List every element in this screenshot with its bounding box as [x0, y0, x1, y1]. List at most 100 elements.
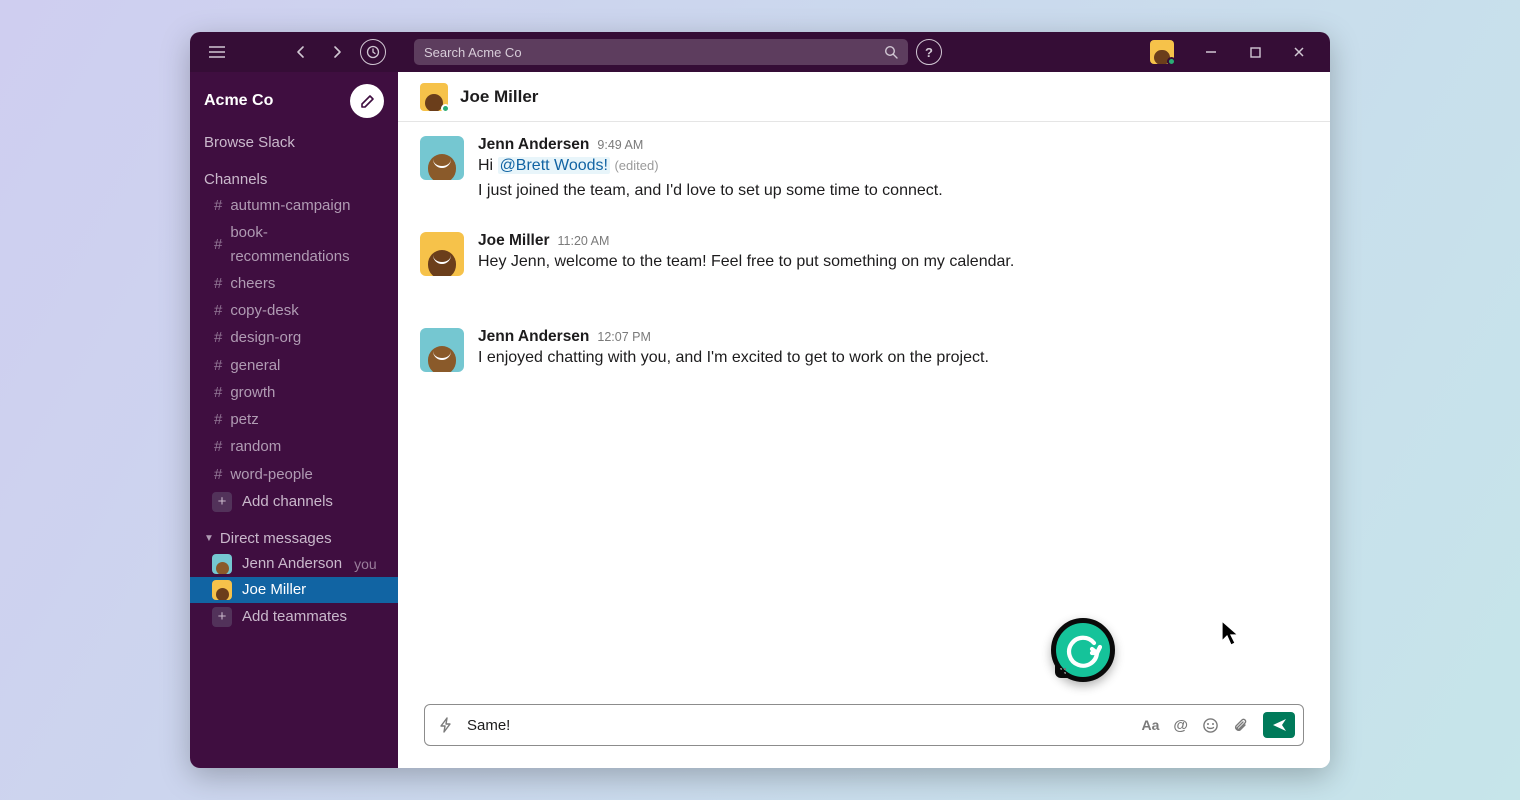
message-time: 9:49 AM	[597, 138, 643, 152]
channel-item[interactable]: # growth	[190, 379, 398, 406]
grammarly-widget[interactable]	[1051, 618, 1115, 682]
conversation-avatar[interactable]	[420, 83, 448, 111]
message-time: 11:20 AM	[558, 234, 610, 248]
dm-name: Jenn Anderson	[242, 555, 342, 572]
message-author[interactable]: Jenn Andersen	[478, 328, 589, 346]
help-button[interactable]: ?	[916, 39, 942, 65]
channel-item[interactable]: # copy-desk	[190, 297, 398, 324]
send-button[interactable]	[1263, 712, 1295, 738]
hamburger-icon[interactable]	[204, 39, 230, 65]
add-teammates-button[interactable]: + Add teammates	[190, 603, 398, 631]
sidebar: Acme Co Browse Slack Channels # autumn-ca…	[190, 72, 398, 768]
plus-icon: +	[212, 607, 232, 627]
channel-item[interactable]: # cheers	[190, 270, 398, 297]
message: Jenn Andersen 9:49 AM Hi @Brett Woods! (ed…	[420, 136, 1308, 206]
minimize-button[interactable]	[1198, 39, 1224, 65]
message-avatar[interactable]	[420, 136, 464, 180]
maximize-button[interactable]	[1242, 39, 1268, 65]
compose-button[interactable]	[350, 84, 384, 118]
edited-tag: (edited)	[614, 158, 658, 173]
emoji-icon[interactable]	[1202, 717, 1219, 734]
mention-icon[interactable]: @	[1173, 717, 1188, 734]
hash-icon: #	[214, 233, 222, 256]
channel-name: design-org	[230, 326, 301, 349]
channel-item[interactable]: # design-org	[190, 324, 398, 351]
message-avatar[interactable]	[420, 232, 464, 276]
messages-list: Jenn Andersen 9:49 AM Hi @Brett Woods! (ed…	[398, 122, 1330, 704]
history-button[interactable]	[360, 39, 386, 65]
search-input[interactable]: Search Acme Co	[414, 39, 908, 65]
message: Jenn Andersen 12:07 PM I enjoyed chatting …	[420, 328, 1308, 398]
message-text: I enjoyed chatting with you, and I'm exc…	[478, 346, 989, 371]
dm-avatar	[212, 554, 232, 574]
mouse-cursor	[1221, 620, 1243, 648]
hash-icon: #	[214, 354, 222, 377]
app-window: Search Acme Co ?	[190, 32, 1330, 768]
channel-name: cheers	[230, 272, 275, 295]
conversation-title[interactable]: Joe Miller	[460, 87, 538, 107]
hash-icon: #	[214, 272, 222, 295]
channel-list: # autumn-campaign # book-recommendations # ch…	[190, 192, 398, 488]
message-text: Hi @Brett Woods! (edited)	[478, 154, 943, 179]
conversation-header: Joe Miller	[398, 72, 1330, 122]
composer-area: Same! Aa @	[398, 704, 1330, 768]
dms-header[interactable]: ▼ Direct messages	[190, 516, 398, 551]
channel-name: copy-desk	[230, 299, 298, 322]
workspace-header[interactable]: Acme Co	[190, 76, 398, 128]
hash-icon: #	[214, 435, 222, 458]
message-body: Joe Miller 11:20 AM Hey Jenn, welcome to t…	[478, 232, 1014, 302]
channel-item[interactable]: # word-people	[190, 461, 398, 488]
titlebar: Search Acme Co ?	[190, 32, 1330, 72]
channel-name: petz	[230, 408, 258, 431]
hash-icon: #	[214, 194, 222, 217]
message-avatar[interactable]	[420, 328, 464, 372]
message: Joe Miller 11:20 AM Hey Jenn, welcome to t…	[420, 232, 1308, 302]
close-button[interactable]	[1286, 39, 1312, 65]
hash-icon: #	[214, 463, 222, 486]
dm-item[interactable]: Jenn Anderson you	[190, 551, 398, 577]
dm-list: Jenn Anderson you Joe Miller	[190, 551, 398, 603]
channel-item[interactable]: # book-recommendations	[190, 219, 398, 270]
message-text: I just joined the team, and I'd love to …	[478, 179, 943, 204]
message-composer[interactable]: Same! Aa @	[424, 704, 1304, 746]
channel-name: random	[230, 435, 281, 458]
main-pane: Joe Miller Jenn Andersen 9:49 AM Hi @Brett…	[398, 72, 1330, 768]
channel-item[interactable]: # general	[190, 352, 398, 379]
message-text: Hey Jenn, welcome to the team! Feel free…	[478, 250, 1014, 275]
you-tag: you	[354, 556, 377, 572]
message-author[interactable]: Joe Miller	[478, 232, 550, 250]
dm-avatar	[212, 580, 232, 600]
caret-down-icon: ▼	[204, 533, 214, 544]
search-placeholder: Search Acme Co	[424, 45, 522, 60]
channel-name: general	[230, 354, 280, 377]
hash-icon: #	[214, 299, 222, 322]
format-icon[interactable]: Aa	[1141, 717, 1159, 733]
composer-text: Same!	[467, 717, 1129, 734]
plus-icon: +	[212, 492, 232, 512]
channel-item[interactable]: # petz	[190, 406, 398, 433]
hash-icon: #	[214, 381, 222, 404]
hash-icon: #	[214, 326, 222, 349]
dm-item[interactable]: Joe Miller	[190, 577, 398, 603]
workspace-name: Acme Co	[204, 92, 273, 110]
message-body: Jenn Andersen 12:07 PM I enjoyed chatting …	[478, 328, 989, 398]
message-author[interactable]: Jenn Andersen	[478, 136, 589, 154]
add-channels-button[interactable]: + Add channels	[190, 488, 398, 516]
back-button[interactable]	[288, 39, 314, 65]
channel-name: autumn-campaign	[230, 194, 350, 217]
channel-item[interactable]: # autumn-campaign	[190, 192, 398, 219]
browse-slack-link[interactable]: Browse Slack	[190, 128, 398, 157]
message-body: Jenn Andersen 9:49 AM Hi @Brett Woods! (ed…	[478, 136, 943, 206]
channel-item[interactable]: # random	[190, 433, 398, 460]
channels-header[interactable]: Channels	[190, 157, 398, 192]
lightning-icon[interactable]	[437, 716, 455, 734]
hash-icon: #	[214, 408, 222, 431]
forward-button[interactable]	[324, 39, 350, 65]
channel-name: book-recommendations	[230, 221, 384, 268]
mention[interactable]: @Brett Woods!	[498, 157, 610, 174]
channel-name: word-people	[230, 463, 313, 486]
channel-name: growth	[230, 381, 275, 404]
message-time: 12:07 PM	[597, 330, 651, 344]
attach-icon[interactable]	[1233, 717, 1249, 734]
user-avatar[interactable]	[1150, 40, 1174, 64]
